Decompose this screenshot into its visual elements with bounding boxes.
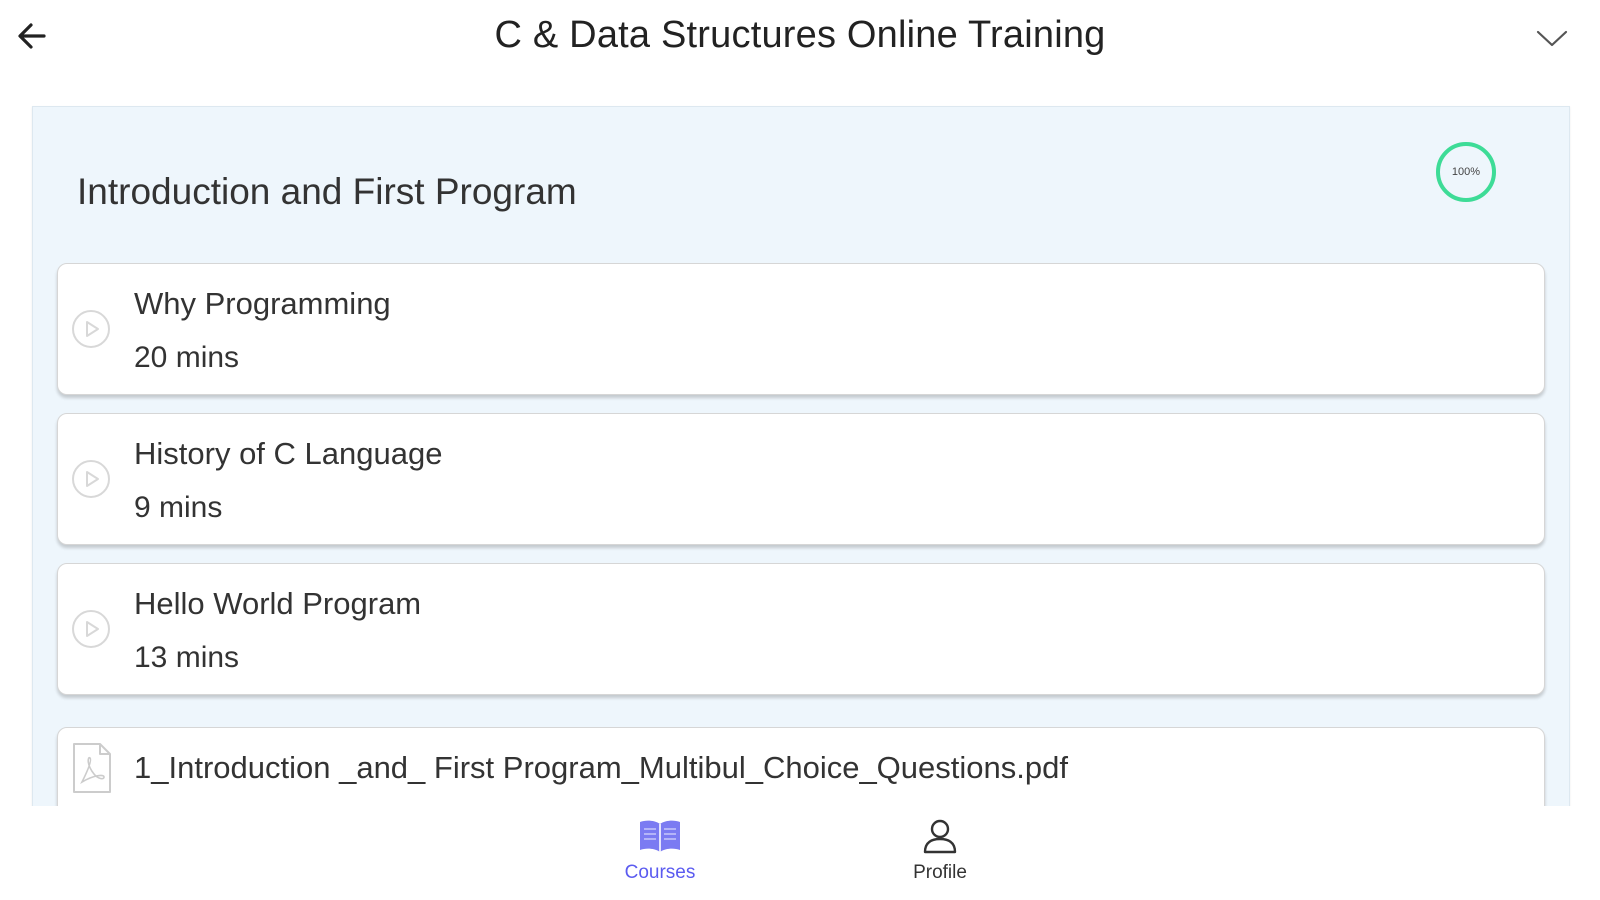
page-title: C & Data Structures Online Training <box>494 14 1106 56</box>
lesson-title: Why Programming <box>134 286 391 321</box>
lesson-item[interactable]: Hello World Program 13 mins <box>57 563 1545 695</box>
attachment-filename: 1_Introduction _and_ First Program_Multi… <box>134 750 1068 785</box>
nav-label-courses: Courses <box>624 862 696 883</box>
bottom-navigation: Courses Profile <box>0 806 1600 900</box>
lesson-title: Hello World Program <box>134 586 422 621</box>
book-icon <box>640 820 680 852</box>
chevron-down-icon <box>1536 30 1568 47</box>
chapter-title: Introduction and First Program <box>77 171 577 212</box>
play-circle-icon <box>72 610 110 648</box>
nav-item-courses[interactable]: Courses <box>590 806 730 900</box>
pdf-file-icon <box>73 743 111 793</box>
person-icon <box>923 819 957 854</box>
expand-menu-button[interactable] <box>1532 18 1572 58</box>
play-circle-icon <box>72 460 110 498</box>
nav-label-profile: Profile <box>913 862 967 883</box>
nav-item-profile[interactable]: Profile <box>870 806 1010 900</box>
lesson-duration: 9 mins <box>134 491 223 524</box>
content-area[interactable]: Introduction and First Program 100% Why … <box>0 78 1600 806</box>
top-app-bar: C & Data Structures Online Training <box>0 0 1600 78</box>
progress-indicator: 100% <box>1433 139 1499 205</box>
lesson-item[interactable]: History of C Language 9 mins <box>57 413 1545 545</box>
attachment-item[interactable]: 1_Introduction _and_ First Program_Multi… <box>57 727 1545 806</box>
lesson-title: History of C Language <box>134 436 443 471</box>
lesson-duration: 20 mins <box>134 341 240 374</box>
play-circle-icon <box>72 310 110 348</box>
progress-label: 100% <box>1451 166 1481 178</box>
lesson-item[interactable]: Why Programming 20 mins <box>57 263 1545 395</box>
lesson-duration: 13 mins <box>134 641 240 674</box>
chapter-section: Introduction and First Program 100% Why … <box>32 106 1570 806</box>
